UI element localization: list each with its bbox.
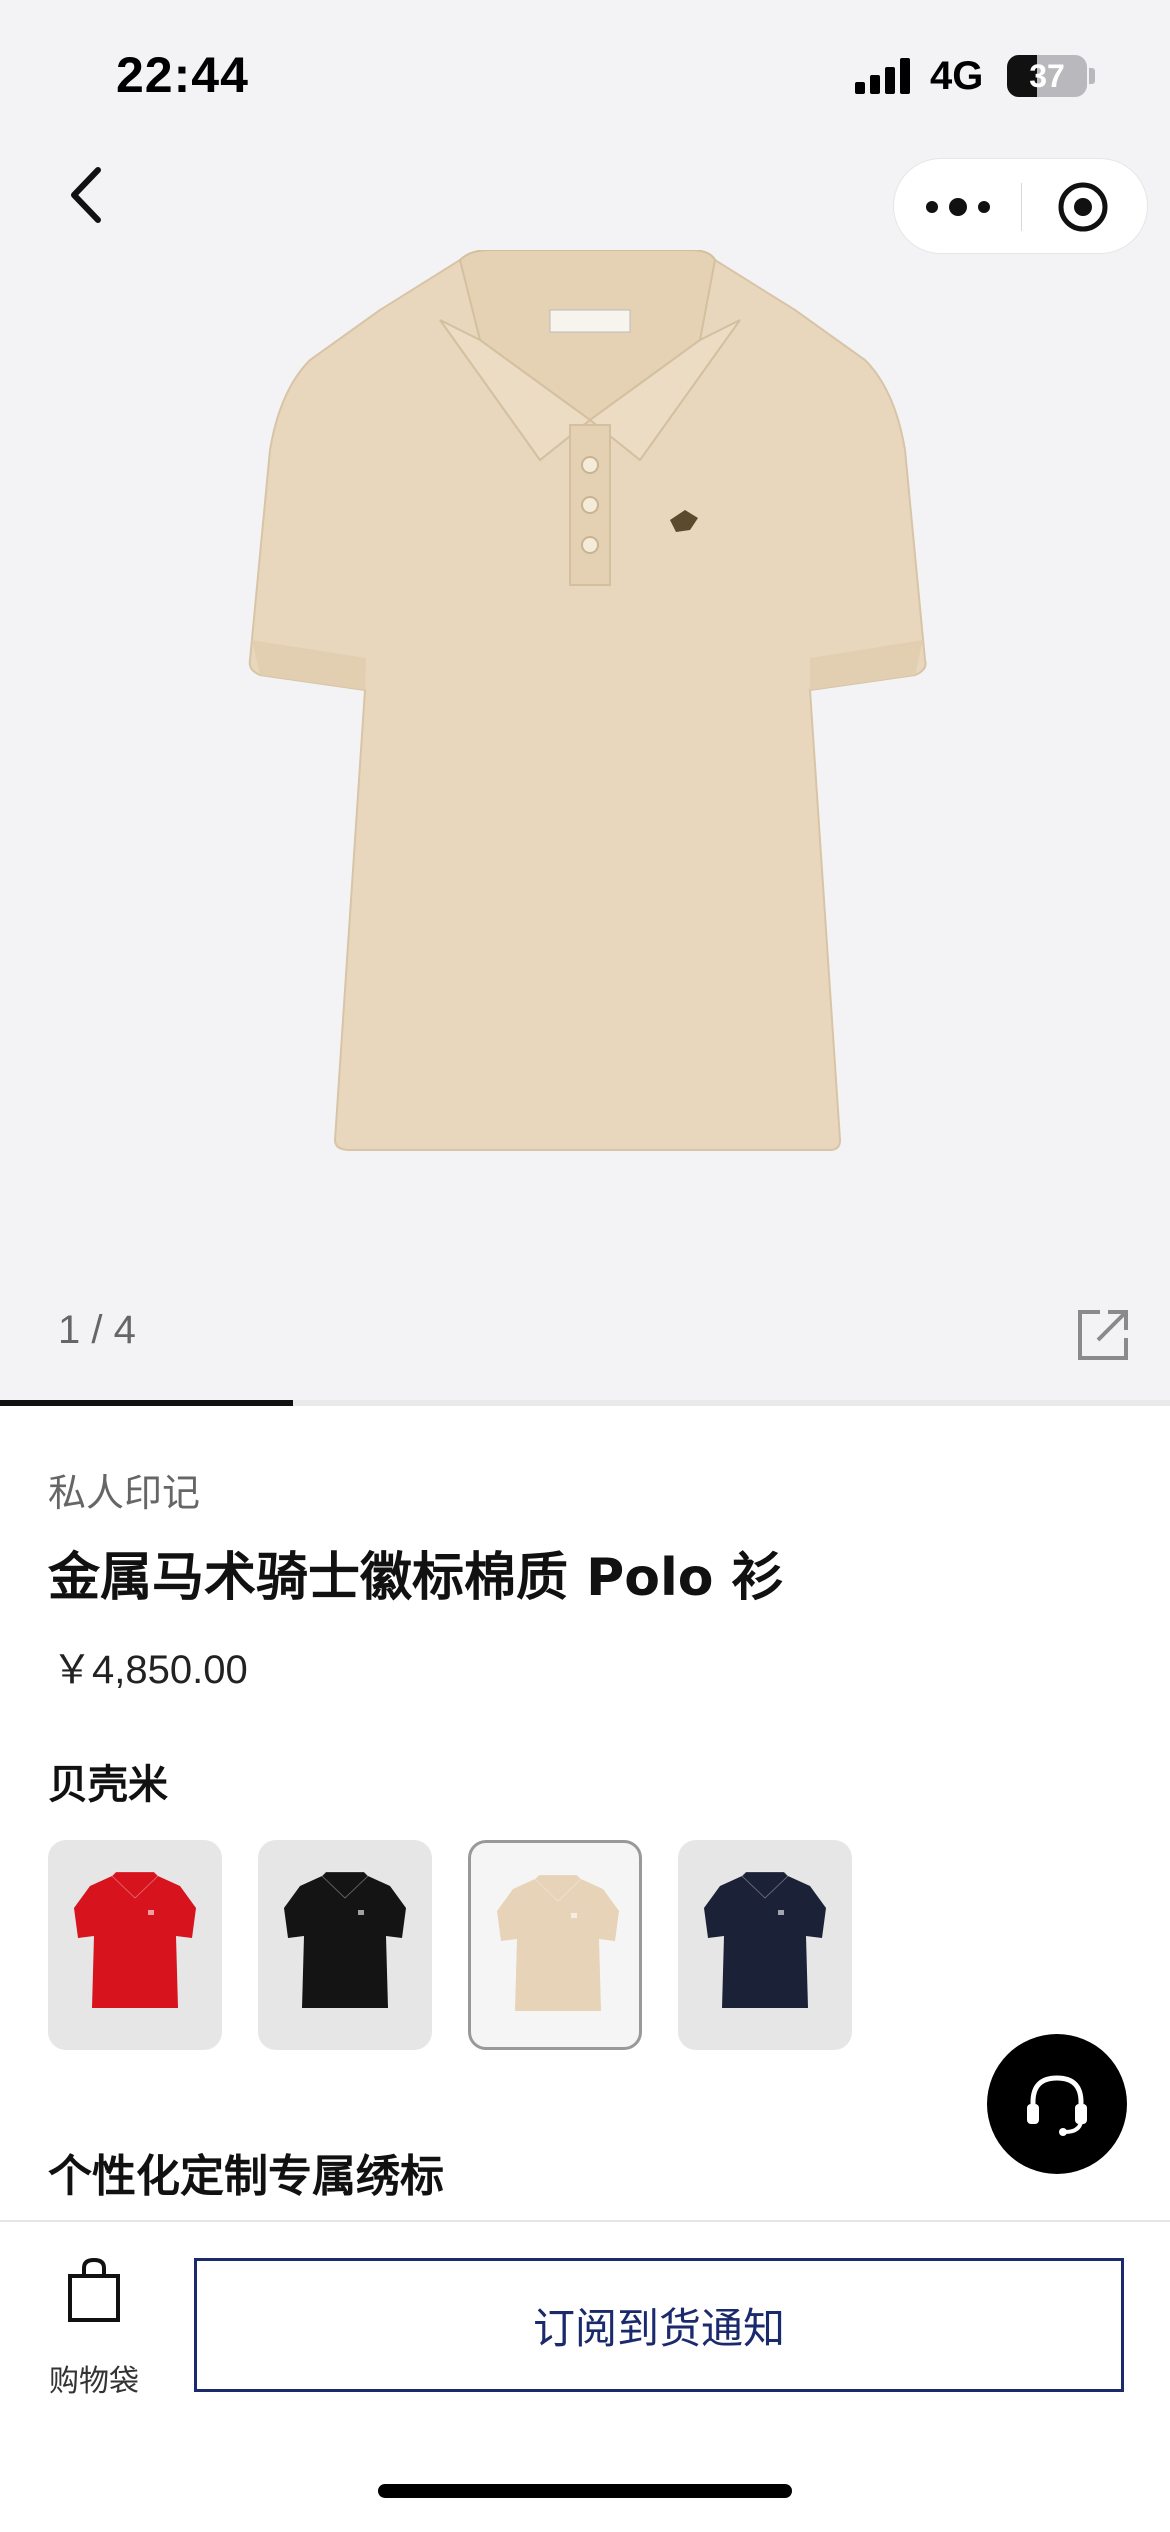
- network-type: 4G: [930, 54, 984, 98]
- chevron-left-icon: [71, 167, 101, 223]
- product-image[interactable]: [240, 250, 940, 1160]
- color-swatch-shell-beige[interactable]: [468, 1840, 642, 2050]
- more-button[interactable]: [922, 187, 994, 227]
- product-category: 私人印记: [48, 1471, 201, 1515]
- signal-icon: [855, 58, 913, 94]
- more-dots-icon: [926, 198, 990, 216]
- color-swatch-navy[interactable]: [678, 1840, 852, 2050]
- swatch-shirt-thumbnail: [497, 1874, 619, 2011]
- share-button[interactable]: [1076, 1306, 1132, 1362]
- color-swatch-red[interactable]: [48, 1840, 222, 2050]
- gallery-progress: [0, 1400, 1170, 1406]
- battery-icon: 37: [1007, 55, 1087, 97]
- shopping-bag-label: 购物袋: [49, 2364, 139, 2399]
- back-button[interactable]: [58, 160, 118, 230]
- customer-service-button[interactable]: [987, 2034, 1127, 2174]
- capsule-divider: [1021, 183, 1022, 231]
- swatch-shirt-thumbnail: [704, 1871, 826, 2008]
- close-miniprogram-button[interactable]: [1057, 181, 1109, 233]
- notify-restock-button[interactable]: 订阅到货通知: [194, 2258, 1124, 2392]
- selected-color-name: 贝壳米: [48, 1762, 168, 1808]
- battery-percent: 37: [1029, 58, 1065, 94]
- target-icon: [1058, 182, 1108, 232]
- customization-title: 个性化定制专属绣标: [48, 2151, 444, 2202]
- image-counter: 1 / 4: [58, 1308, 136, 1352]
- gallery-progress-fill: [0, 1400, 293, 1406]
- miniprogram-capsule: [893, 158, 1148, 254]
- product-gallery[interactable]: 22:44 4G 37 1 / 4: [0, 0, 1170, 1406]
- share-icon: [1078, 1310, 1128, 1360]
- shopping-bag-button[interactable]: 购物袋: [44, 2256, 144, 2406]
- swatch-shirt-thumbnail: [74, 1871, 196, 2008]
- status-bar: 22:44 4G 37: [0, 0, 1170, 150]
- swatch-shirt-thumbnail: [284, 1871, 406, 2008]
- shopping-bag-icon: [68, 2257, 120, 2322]
- status-time: 22:44: [116, 47, 249, 103]
- polo-shirt-illustration: [248, 250, 927, 1151]
- product-price: ￥4,850.00: [52, 1648, 248, 1692]
- home-indicator: [378, 2484, 792, 2498]
- color-swatch-black[interactable]: [258, 1840, 432, 2050]
- battery-tip: [1089, 68, 1095, 84]
- product-title: 金属马术骑士徽标棉质 Polo 衫: [48, 1548, 784, 1608]
- headset-icon: [1027, 2075, 1087, 2136]
